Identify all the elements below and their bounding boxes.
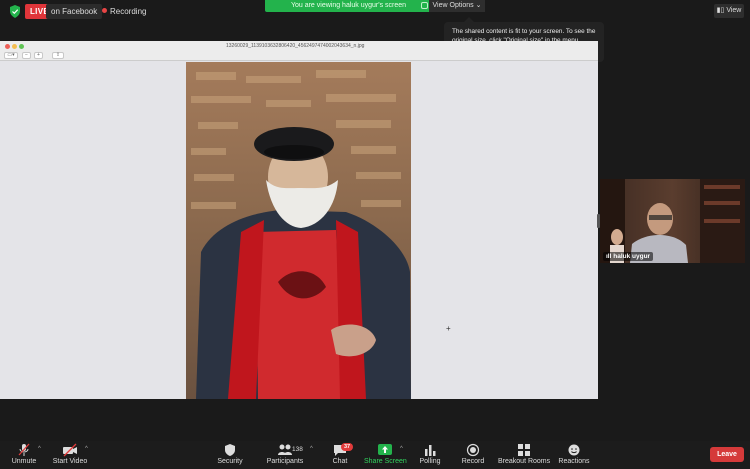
mouse-cursor-icon: + bbox=[446, 324, 451, 333]
share-screen-label: Share Screen bbox=[364, 458, 407, 465]
share-icon[interactable]: ⇪ bbox=[52, 52, 64, 59]
record-dot-icon bbox=[102, 8, 107, 14]
photo-illustration bbox=[191, 70, 411, 399]
camera-off-icon bbox=[63, 443, 77, 457]
unmute-button[interactable]: Unmute bbox=[10, 443, 38, 469]
security-label: Security bbox=[217, 458, 243, 465]
record-label: Record bbox=[461, 458, 485, 465]
reactions-emoji-icon bbox=[568, 444, 580, 456]
shield-icon[interactable] bbox=[9, 5, 21, 18]
zoom-out-icon[interactable]: − bbox=[22, 52, 31, 59]
banner-window-icon bbox=[421, 2, 428, 9]
image-viewer-toolbar: ▭▾ − + ⇪ bbox=[0, 51, 598, 61]
breakout-rooms-button[interactable]: Breakout Rooms bbox=[498, 443, 550, 469]
view-layout-icon: ▮▯ bbox=[716, 7, 725, 14]
participant-video[interactable]: ıll haluk uygur bbox=[600, 179, 745, 263]
sidebar-toggle-icon[interactable]: ▭▾ bbox=[4, 52, 18, 59]
polling-button[interactable]: Polling bbox=[417, 443, 443, 469]
minimize-window-icon[interactable] bbox=[12, 44, 17, 49]
start-video-button[interactable]: Start Video bbox=[52, 443, 88, 469]
viewing-banner-text: You are viewing haluk uygur's screen bbox=[290, 2, 407, 9]
view-options-label: View Options bbox=[432, 2, 474, 9]
view-button-label: View bbox=[726, 7, 742, 14]
chat-label: Chat bbox=[332, 458, 348, 465]
participant-illustration bbox=[600, 179, 745, 263]
record-icon bbox=[466, 443, 480, 457]
participants-label: Participants bbox=[266, 458, 304, 465]
breakout-rooms-icon bbox=[518, 444, 530, 456]
view-button[interactable]: ▮▯ View bbox=[714, 4, 744, 18]
unmute-label: Unmute bbox=[11, 458, 37, 465]
meeting-toolbar: Unmute ^ Start Video ^ Security Particip… bbox=[0, 441, 750, 469]
image-viewer-titlebar: 13260029_1139103632806420_45624974740020… bbox=[0, 41, 598, 51]
start-video-label: Start Video bbox=[52, 458, 88, 465]
recording-indicator[interactable]: Recording bbox=[102, 4, 146, 19]
leave-button[interactable]: Leave bbox=[710, 447, 744, 462]
breakout-rooms-label: Breakout Rooms bbox=[498, 458, 551, 465]
chat-unread-badge: 37 bbox=[341, 443, 353, 451]
share-options-chevron-icon[interactable]: ^ bbox=[400, 446, 403, 452]
record-button[interactable]: Record bbox=[460, 443, 486, 469]
microphone-muted-icon bbox=[18, 443, 30, 456]
shared-photo bbox=[186, 62, 411, 399]
participants-icon bbox=[278, 444, 292, 455]
share-screen-icon bbox=[378, 444, 392, 455]
video-options-chevron-icon[interactable]: ^ bbox=[85, 446, 88, 452]
chevron-down-icon: ⌄ bbox=[475, 2, 482, 9]
security-button[interactable]: Security bbox=[215, 443, 245, 469]
view-options-dropdown[interactable]: View Options ⌄ bbox=[429, 0, 485, 12]
top-bar: LIVE on Facebook Recording You are viewi… bbox=[0, 0, 750, 22]
security-shield-icon bbox=[225, 444, 235, 456]
participant-name: haluk uygur bbox=[613, 253, 651, 260]
participants-count: 138 bbox=[292, 446, 303, 453]
image-filename: 13260029_1139103632806420_45624974740020… bbox=[226, 43, 365, 49]
reactions-button[interactable]: Reactions bbox=[558, 443, 590, 469]
recording-label: Recording bbox=[110, 7, 147, 16]
polling-label: Polling bbox=[419, 458, 441, 465]
participants-chevron-icon[interactable]: ^ bbox=[310, 446, 313, 452]
viewing-screen-banner: You are viewing haluk uygur's screen bbox=[265, 0, 432, 12]
close-window-icon[interactable] bbox=[5, 44, 10, 49]
polling-chart-icon bbox=[425, 445, 436, 456]
audio-options-chevron-icon[interactable]: ^ bbox=[38, 446, 41, 452]
participant-name-label: ıll haluk uygur bbox=[603, 252, 654, 261]
live-platform-label[interactable]: on Facebook bbox=[46, 4, 103, 19]
shared-screen: 13260029_1139103632806420_45624974740020… bbox=[0, 41, 598, 399]
zoom-in-icon[interactable]: + bbox=[34, 52, 43, 59]
reactions-label: Reactions bbox=[558, 458, 590, 465]
zoom-window-icon[interactable] bbox=[19, 44, 24, 49]
